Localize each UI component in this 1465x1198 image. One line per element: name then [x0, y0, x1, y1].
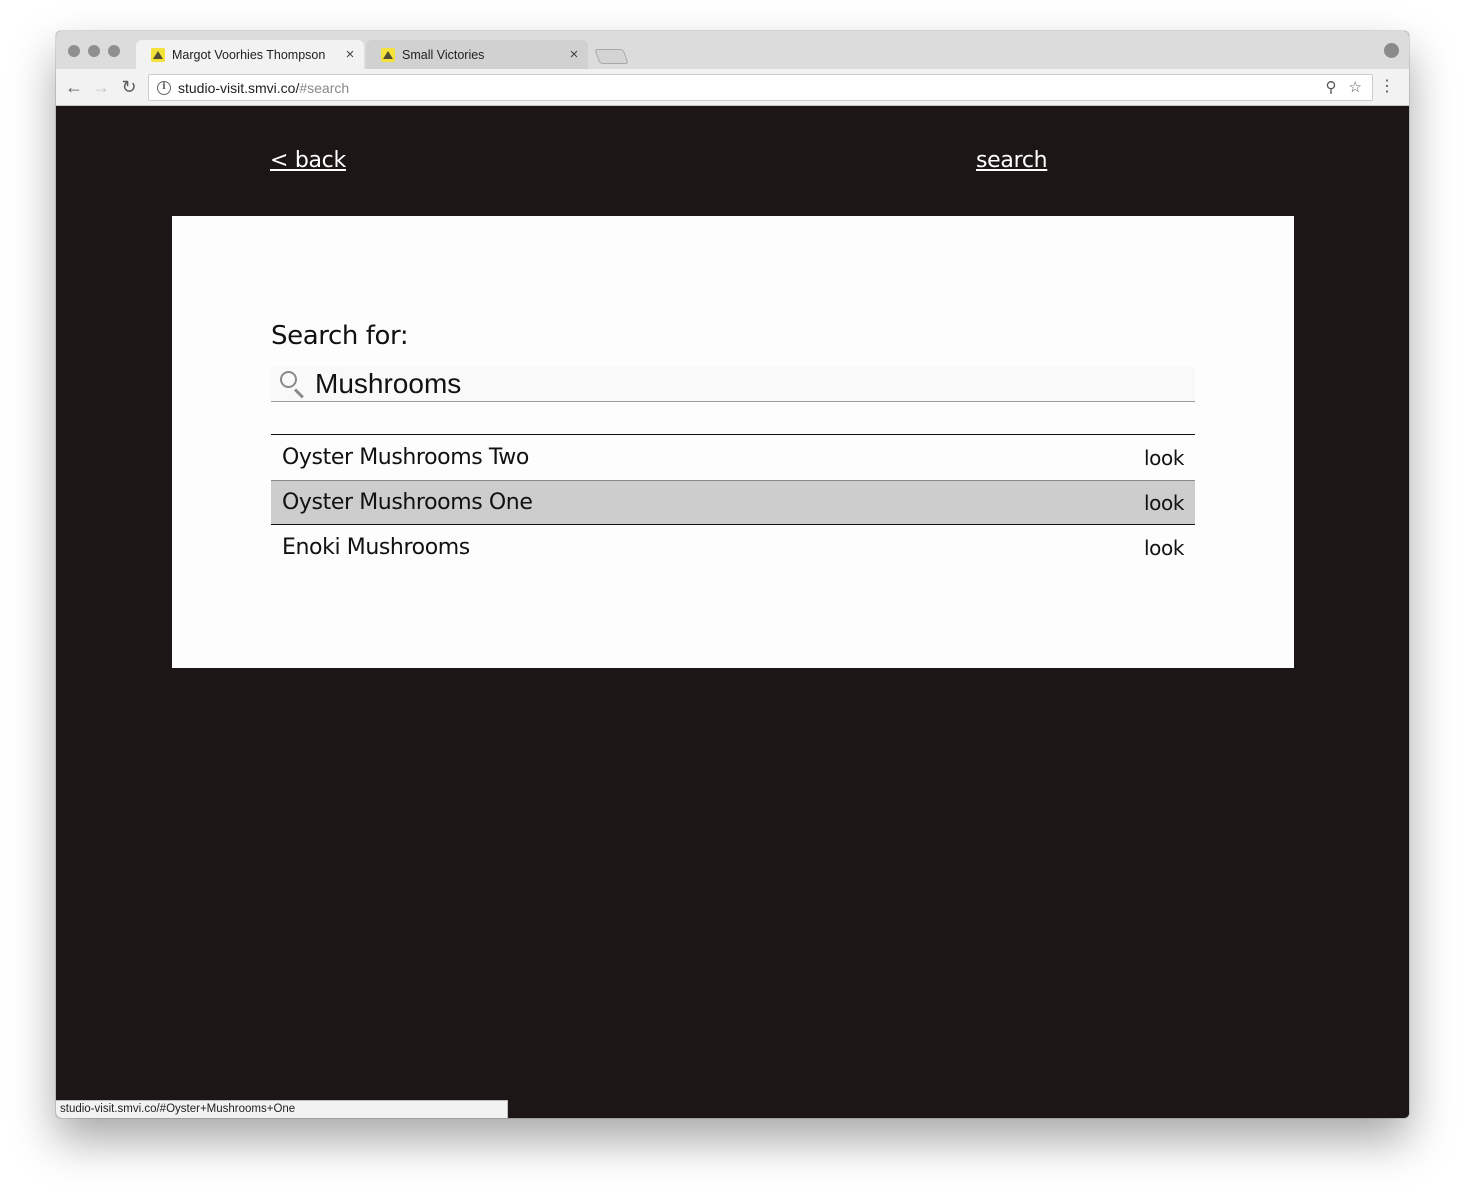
browser-toolbar: ← → ↻ i studio-visit.smvi.co/#search ⚲ ☆… — [56, 69, 1409, 106]
url-host: studio-visit.smvi.co/ — [178, 79, 300, 96]
result-title[interactable]: Oyster Mushrooms Two — [282, 445, 529, 470]
close-window-dot[interactable] — [68, 45, 80, 57]
tab-title: Margot Voorhies Thompson — [172, 47, 326, 62]
result-title[interactable]: Enoki Mushrooms — [282, 535, 470, 560]
search-link[interactable]: search — [976, 148, 1048, 173]
look-link[interactable]: look — [1144, 536, 1184, 560]
minimize-window-dot[interactable] — [88, 45, 100, 57]
new-tab-button[interactable] — [594, 49, 629, 64]
bookmark-star-icon[interactable]: ☆ — [1349, 78, 1362, 96]
look-link[interactable]: look — [1144, 491, 1184, 515]
url-path: #search — [299, 79, 350, 96]
tab-small-victories[interactable]: Small Victories × — [366, 40, 588, 69]
close-tab-icon[interactable]: × — [566, 46, 582, 63]
results-list: Oyster Mushrooms Two look Oyster Mushroo… — [271, 434, 1195, 570]
tab-strip: Margot Voorhies Thompson × Small Victori… — [56, 31, 1409, 69]
search-box[interactable] — [271, 366, 1195, 402]
result-row-enoki-mushrooms[interactable]: Enoki Mushrooms look — [271, 525, 1195, 570]
site-favicon-icon — [381, 47, 395, 62]
page-content: < back search Search for: Oyster Mushroo… — [56, 106, 1409, 1118]
close-tab-icon[interactable]: × — [342, 46, 358, 63]
forward-arrow-icon[interactable]: → — [90, 76, 112, 98]
result-row-oyster-mushrooms-two[interactable]: Oyster Mushrooms Two look — [271, 435, 1195, 480]
zoom-window-dot[interactable] — [108, 45, 120, 57]
site-favicon-icon — [151, 47, 165, 62]
profile-icon[interactable] — [1384, 43, 1399, 58]
search-panel: Search for: Oyster Mushrooms Two look Oy… — [172, 216, 1294, 668]
status-bar-url: studio-visit.smvi.co/#Oyster+Mushrooms+O… — [56, 1100, 508, 1118]
address-bar[interactable]: i studio-visit.smvi.co/#search ⚲ ☆ — [148, 74, 1373, 101]
zoom-icon[interactable]: ⚲ — [1326, 78, 1337, 96]
search-label: Search for: — [271, 321, 409, 351]
browser-window: Margot Voorhies Thompson × Small Victori… — [56, 31, 1409, 1118]
site-info-icon[interactable]: i — [157, 80, 171, 95]
back-arrow-icon[interactable]: ← — [63, 76, 85, 98]
result-title[interactable]: Oyster Mushrooms One — [282, 490, 533, 515]
look-link[interactable]: look — [1144, 446, 1184, 470]
back-link[interactable]: < back — [270, 148, 346, 173]
tab-margot-voorhies-thompson[interactable]: Margot Voorhies Thompson × — [136, 40, 364, 69]
reload-icon[interactable]: ↻ — [118, 76, 140, 98]
result-row-oyster-mushrooms-one[interactable]: Oyster Mushrooms One look — [271, 480, 1195, 525]
tab-title: Small Victories — [402, 47, 485, 62]
search-input[interactable] — [315, 367, 1175, 400]
magnifier-icon — [277, 367, 311, 401]
browser-menu-icon[interactable]: ⋮ — [1379, 77, 1395, 97]
